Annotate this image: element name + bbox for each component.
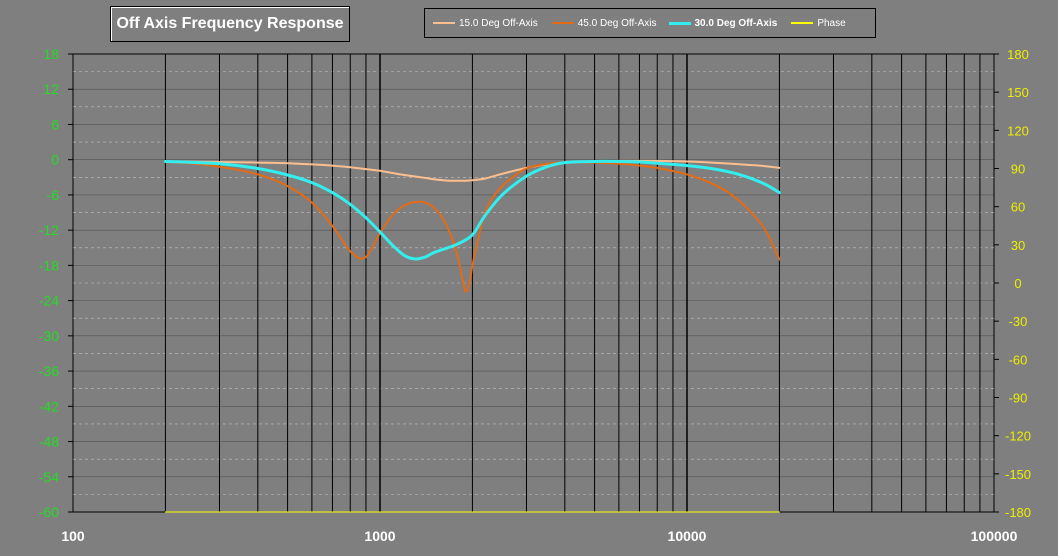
chart-root: 18 12 6 0 -6 -12 -18 -24 -30 -36 -42 -48 -54 -60 180 15… [0, 0, 1058, 556]
y-tick-label: -30 [39, 328, 59, 344]
x-tick-label: 100 [61, 528, 85, 544]
y-tick-label: 0 [51, 152, 59, 168]
y2-tick-label: -60 [1009, 352, 1028, 367]
y2-tick-label: 120 [1007, 123, 1029, 138]
x-tick-label: 100000 [971, 528, 1018, 544]
legend-swatch-15deg [433, 22, 455, 24]
y2-tick-label: 90 [1011, 162, 1025, 177]
y2-tick-label: -150 [1005, 467, 1031, 482]
y-tick-label: -48 [39, 434, 59, 450]
chart-title: Off Axis Frequency Response [116, 15, 344, 32]
legend-swatch-phase [791, 22, 814, 24]
y-tick-label: 18 [43, 46, 59, 62]
chart-legend: 15.0 Deg Off-Axis 45.0 Deg Off-Axis 30.0… [424, 8, 876, 38]
y2-tick-label: -120 [1005, 429, 1031, 444]
legend-entry-45deg: 45.0 Deg Off-Axis [551, 17, 657, 29]
y-tick-label: -24 [39, 293, 59, 309]
y2-tick-label: 180 [1007, 47, 1029, 62]
y-tick-label: -42 [39, 398, 59, 414]
y-tick-label: 6 [51, 116, 59, 132]
chart-title-box: Off Axis Frequency Response [110, 6, 350, 42]
y2-tick-label: -180 [1005, 505, 1031, 520]
y2-tick-label: 150 [1007, 85, 1029, 100]
y2-tick-label: -30 [1009, 314, 1028, 329]
y2-tick-label: 30 [1011, 238, 1025, 253]
chart-plot: 181260-6-12-18-24-30-36-42-48-54-6018015… [39, 46, 1031, 544]
legend-label-30deg: 30.0 Deg Off-Axis [694, 17, 778, 29]
y-tick-label: -12 [39, 222, 59, 238]
y-tick-label: -60 [39, 504, 59, 520]
y2-tick-label: -90 [1009, 391, 1028, 406]
y-tick-label: 12 [43, 81, 59, 97]
legend-label-45deg: 45.0 Deg Off-Axis [577, 17, 657, 29]
legend-swatch-30deg [668, 21, 691, 25]
y-tick-label: -36 [39, 363, 59, 379]
y-tick-label: -6 [47, 187, 60, 203]
y-tick-label: -18 [39, 257, 59, 273]
x-tick-label: 1000 [364, 528, 395, 544]
legend-entry-15deg: 15.0 Deg Off-Axis [433, 18, 538, 29]
legend-entry-30deg: 30.0 Deg Off-Axis [668, 17, 778, 29]
y2-tick-label: 60 [1011, 200, 1025, 215]
y-tick-label: -54 [39, 469, 59, 485]
legend-swatch-45deg [551, 22, 574, 24]
y2-tick-label: 0 [1014, 276, 1021, 291]
legend-label-15deg: 15.0 Deg Off-Axis [459, 17, 538, 29]
legend-entry-phase: Phase [791, 17, 846, 29]
x-tick-label: 10000 [668, 528, 707, 544]
legend-label-phase: Phase [817, 17, 846, 29]
